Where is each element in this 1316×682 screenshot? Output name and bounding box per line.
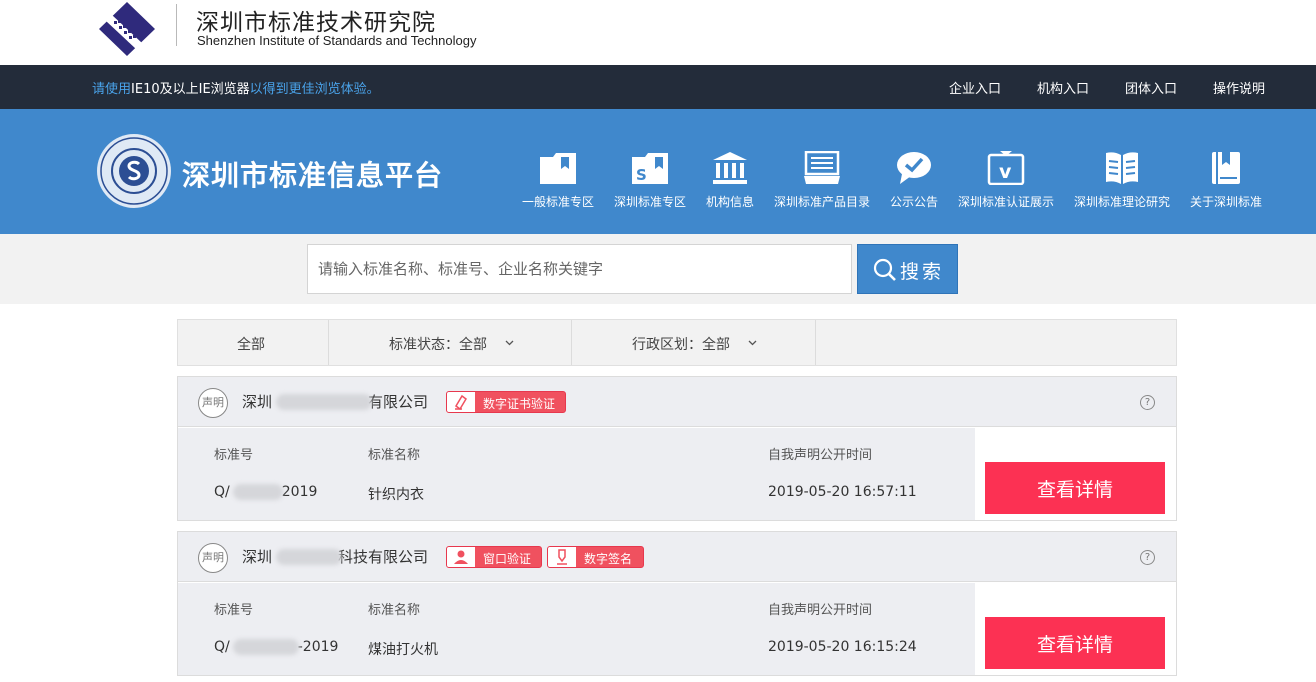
svg-text:v: v — [999, 161, 1012, 183]
search-icon — [873, 258, 896, 281]
col-header-std-no: 标准号 — [214, 448, 254, 463]
view-details-button[interactable]: 查看详情 — [985, 617, 1165, 669]
redacted-company-name — [276, 549, 342, 565]
filter-standard-status[interactable]: 标准状态：全部 — [329, 320, 572, 365]
person-icon — [454, 550, 468, 564]
header-divider — [176, 4, 177, 46]
card-body: 标准号 标准名称 自我声明公开时间 Q/2019 针织内衣 2019-05-20… — [178, 428, 975, 520]
window-verify-tag[interactable]: 窗口验证 — [446, 546, 542, 568]
nav-general-standards[interactable]: 一般标准专区 — [520, 151, 596, 221]
nav-theory-research[interactable]: 深圳标准理论研究 — [1072, 151, 1172, 221]
redacted-standard-number — [233, 639, 299, 655]
folder-s-icon: S — [632, 153, 668, 184]
help-icon[interactable]: ? — [1140, 550, 1155, 565]
nav-announcements[interactable]: 公示公告 — [888, 151, 940, 221]
institution-building-icon — [713, 152, 747, 184]
nav-product-catalog[interactable]: 深圳标准产品目录 — [772, 151, 872, 221]
digital-signature-tag[interactable]: 数字签名 — [547, 546, 644, 568]
platform-title: 深圳市标准信息平台 — [182, 159, 444, 192]
card-header: 声明 深圳 科技有限公司 窗口验证 数字签名 ? — [178, 532, 1176, 582]
card-header: 声明 深圳 有限公司 数字证书验证 ? — [178, 377, 1176, 427]
standard-name: 煤油打火机 — [368, 642, 438, 658]
card-body: 标准号 标准名称 自我声明公开时间 Q/-2019 煤油打火机 2019-05-… — [178, 583, 975, 675]
nav-certification-display[interactable]: v 深圳标准认证展示 — [956, 151, 1056, 221]
shenzhen-standard-emblem-icon[interactable] — [96, 133, 172, 209]
chevron-down-icon — [748, 340, 757, 346]
redacted-company-name — [276, 394, 372, 410]
search-band: 搜索 — [0, 234, 1316, 304]
standard-card: 声明 深圳 有限公司 数字证书验证 ? 标准号 标准名称 自我声明公开时间 Q/2… — [177, 376, 1177, 521]
digital-cert-verify-tag[interactable]: 数字证书验证 — [446, 391, 566, 413]
folder-bookmark-icon — [540, 153, 576, 184]
declaration-badge: 声明 — [198, 543, 228, 573]
institute-name-en: Shenzhen Institute of Standards and Tech… — [197, 33, 477, 48]
view-details-button[interactable]: 查看详情 — [985, 462, 1165, 514]
nav-shenzhen-standards[interactable]: S 深圳标准专区 — [612, 151, 688, 221]
institute-name-cn: 深圳市标准技术研究院 — [196, 10, 436, 36]
col-header-std-no: 标准号 — [214, 603, 254, 618]
col-header-publish-time: 自我声明公开时间 — [768, 448, 873, 463]
group-entry-link[interactable]: 团体入口 — [1125, 78, 1177, 97]
search-input[interactable] — [307, 244, 852, 294]
col-header-publish-time: 自我声明公开时间 — [768, 603, 873, 618]
publish-time: 2019-05-20 16:15:24 — [768, 639, 917, 655]
instructions-link[interactable]: 操作说明 — [1213, 78, 1265, 97]
open-book-icon — [1106, 152, 1138, 184]
filter-bar: 全部 标准状态：全部 行政区划：全部 — [177, 319, 1177, 366]
agency-entry-link[interactable]: 机构入口 — [1037, 78, 1089, 97]
certification-v-icon: v — [987, 151, 1025, 185]
catalog-tray-icon — [804, 151, 840, 184]
svg-text:S: S — [636, 166, 647, 184]
platform-nav-banner: 深圳市标准信息平台 一般标准专区 S 深圳标准专区 机构信息 深圳标准产品目录 … — [0, 109, 1316, 234]
certificate-icon — [455, 394, 467, 410]
chat-check-icon — [897, 152, 931, 184]
enterprise-entry-link[interactable]: 企业入口 — [949, 78, 1001, 97]
redacted-standard-number — [233, 484, 283, 500]
declaration-badge: 声明 — [198, 388, 228, 418]
pen-signature-icon — [557, 549, 567, 565]
search-button[interactable]: 搜索 — [857, 244, 958, 294]
col-header-std-name: 标准名称 — [368, 603, 421, 618]
filter-admin-region[interactable]: 行政区划：全部 — [572, 320, 816, 365]
bookmark-book-icon — [1212, 152, 1240, 184]
standard-name: 针织内衣 — [368, 487, 424, 503]
help-icon[interactable]: ? — [1140, 395, 1155, 410]
nav-institution-info[interactable]: 机构信息 — [703, 151, 757, 221]
chevron-down-icon — [505, 340, 514, 346]
search-button-label: 搜索 — [900, 262, 945, 283]
nav-about-shenzhen-standard[interactable]: 关于深圳标准 — [1188, 151, 1264, 221]
browser-tip: 请使用IE10及以上IE浏览器以得到更佳浏览体验。 — [92, 82, 380, 97]
institute-logo-icon[interactable] — [98, 1, 156, 57]
filter-all[interactable]: 全部 — [178, 320, 329, 365]
institute-header: 深圳市标准技术研究院 Shenzhen Institute of Standar… — [0, 0, 1316, 65]
top-bar: 请使用IE10及以上IE浏览器以得到更佳浏览体验。 企业入口 机构入口 团体入口… — [0, 65, 1316, 109]
standard-card: 声明 深圳 科技有限公司 窗口验证 数字签名 ? 标准号 标准名称 自我声明公开时… — [177, 531, 1177, 676]
col-header-std-name: 标准名称 — [368, 448, 421, 463]
publish-time: 2019-05-20 16:57:11 — [768, 484, 917, 500]
